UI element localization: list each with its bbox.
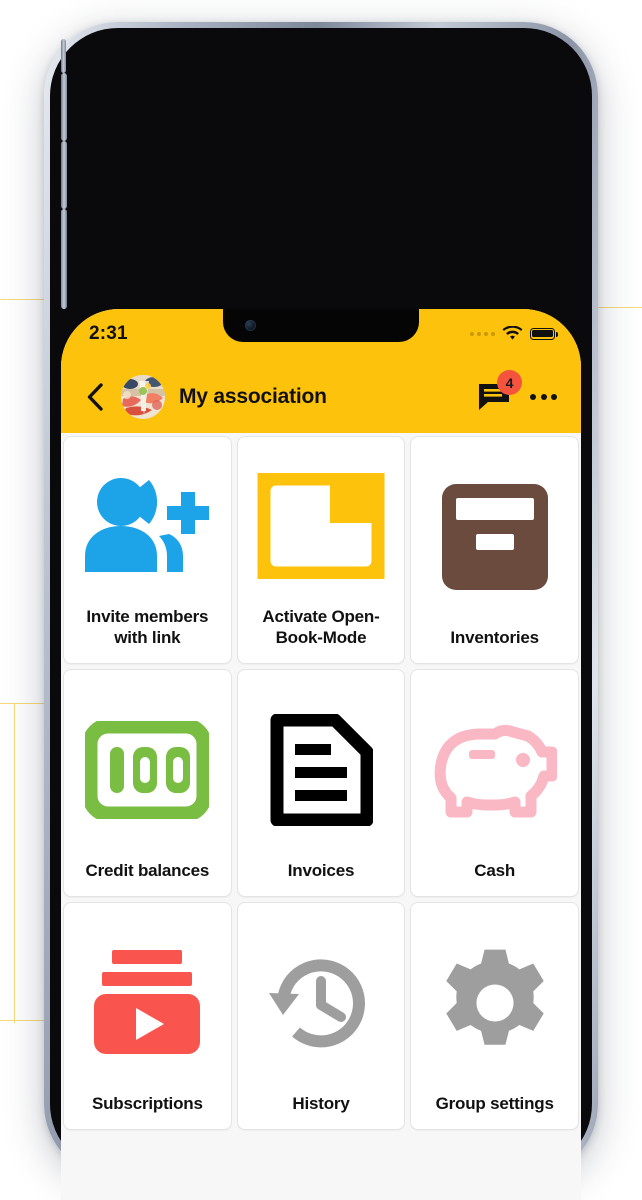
gear-icon [445, 949, 544, 1045]
battery-full-icon [530, 327, 558, 340]
volume-down-button[interactable] [61, 141, 67, 209]
page-title: My association [179, 385, 327, 408]
chat-button[interactable]: 4 [478, 370, 522, 412]
mute-switch[interactable] [61, 39, 66, 73]
document-lines-icon [270, 714, 373, 827]
wifi-icon [502, 326, 523, 340]
more-options-button[interactable] [530, 388, 557, 406]
tile-art [72, 680, 223, 860]
tile-label: Invite members with link [86, 606, 209, 648]
kebab-dot [530, 394, 536, 400]
phone-bezel: 2:31 My association 4 Invite members wit… [50, 28, 592, 1200]
guide-line [0, 1020, 44, 1021]
tile-art [246, 447, 397, 606]
tile-inventories[interactable]: Inventories [410, 436, 579, 664]
archive-box-icon [441, 484, 548, 591]
tile-art [419, 680, 570, 860]
tile-label: Cash [474, 861, 516, 881]
guide-line [0, 299, 44, 300]
banknote-100-icon [85, 721, 210, 820]
group-photo-avatar [121, 375, 165, 419]
guide-line [14, 703, 15, 1023]
back-button[interactable] [81, 382, 107, 412]
avatar[interactable] [121, 375, 165, 419]
phone-screen: 2:31 My association 4 Invite members wit… [61, 309, 581, 1200]
chevron-left-icon [87, 383, 103, 411]
folder-icon [257, 473, 385, 580]
video-subscriptions-icon [94, 950, 201, 1055]
app-bar: My association 4 [61, 361, 581, 433]
history-clock-icon [268, 959, 365, 1048]
content-area: Invite members with link Activate Open-B… [61, 433, 581, 1200]
tile-art [72, 913, 223, 1093]
signal-dots-icon [470, 331, 495, 336]
tile-cash[interactable]: Cash [410, 669, 579, 897]
tile-art [72, 447, 223, 606]
tile-label: Activate Open-Book-Mode [262, 606, 380, 648]
tile-label: Group settings [435, 1094, 554, 1114]
phone-frame: 2:31 My association 4 Invite members wit… [44, 22, 598, 1200]
front-camera-icon [245, 320, 256, 331]
kebab-dot [551, 394, 557, 400]
tile-art [246, 680, 397, 860]
tile-open-book-mode[interactable]: Activate Open-Book-Mode [236, 436, 406, 664]
tile-invite-members[interactable]: Invite members with link [63, 436, 232, 664]
tile-label: Credit balances [85, 861, 210, 881]
power-button[interactable] [61, 209, 67, 309]
app-bar-actions: 4 [478, 370, 557, 412]
tile-subscriptions[interactable]: Subscriptions [63, 902, 232, 1130]
status-indicators [470, 326, 558, 341]
guide-line [598, 307, 642, 308]
piggy-bank-icon [434, 725, 557, 818]
chat-badge: 4 [497, 370, 522, 395]
tile-label: Invoices [287, 861, 355, 881]
tile-credit-balances[interactable]: Credit balances [63, 669, 232, 897]
tile-art [419, 913, 570, 1093]
screenshot-canvas: 2:31 My association 4 Invite members wit… [0, 0, 642, 1200]
volume-up-button[interactable] [61, 73, 67, 141]
tile-art [419, 447, 570, 627]
tile-history[interactable]: History [236, 902, 406, 1130]
kebab-dot [540, 394, 547, 400]
guide-line [0, 703, 44, 704]
tile-group-settings[interactable]: Group settings [410, 902, 579, 1130]
display-notch [223, 309, 419, 342]
tile-label: Subscriptions [91, 1094, 203, 1114]
tile-invoices[interactable]: Invoices [236, 669, 406, 897]
feature-grid: Invite members with link Activate Open-B… [61, 433, 581, 1130]
tile-art [246, 913, 397, 1093]
person-add-icon [85, 478, 210, 573]
status-clock: 2:31 [89, 323, 128, 344]
tile-label: History [292, 1094, 350, 1114]
tile-label: Inventories [450, 628, 539, 648]
